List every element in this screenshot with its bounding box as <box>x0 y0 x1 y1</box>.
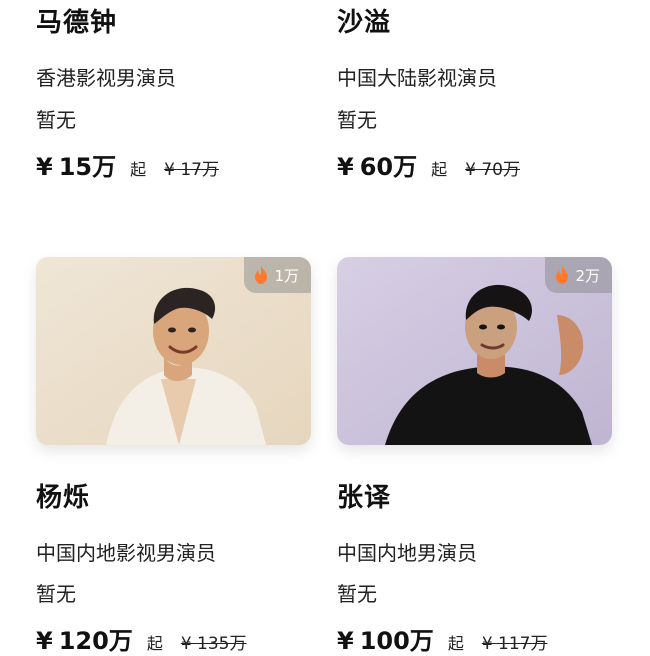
actor-works: 暂无 <box>337 582 377 606</box>
heat-badge: 2万 <box>545 257 612 293</box>
price-from-label: 起 <box>447 634 464 653</box>
original-price: ¥ 17万 <box>164 160 219 180</box>
original-price: ¥ 70万 <box>465 160 520 180</box>
actor-works: 暂无 <box>36 582 76 606</box>
original-price: ¥ 135万 <box>180 634 247 654</box>
currency-symbol: ¥ <box>337 153 354 181</box>
heat-count: 2万 <box>575 266 600 285</box>
actor-works: 暂无 <box>337 108 377 132</box>
actor-name: 沙溢 <box>337 8 392 38</box>
actor-name: 张译 <box>337 483 392 513</box>
price-value: 15万 <box>58 153 117 181</box>
flame-icon <box>255 266 268 284</box>
actor-role: 中国大陆影视演员 <box>337 66 497 90</box>
heat-badge: 1万 <box>244 257 311 293</box>
currency-symbol: ¥ <box>36 153 53 181</box>
flame-icon <box>556 266 569 284</box>
price-from-label: 起 <box>146 634 163 653</box>
actor-card[interactable]: 2万 张译 中国内地男演员 暂无 ¥100万 起 ¥ 117万 <box>337 257 612 655</box>
actor-role: 中国内地男演员 <box>337 541 477 565</box>
actor-photo[interactable]: 1万 <box>36 257 311 445</box>
actor-role: 中国内地影视男演员 <box>36 541 216 565</box>
price-value: 60万 <box>359 153 418 181</box>
price-from-label: 起 <box>130 160 147 179</box>
actor-name: 马德钟 <box>36 8 118 38</box>
actor-photo[interactable]: 2万 <box>337 257 612 445</box>
actor-card[interactable]: 1万 杨烁 中国内地影视男演员 暂无 ¥120万 起 ¥ 135万 <box>36 257 311 655</box>
heat-count: 1万 <box>274 266 299 285</box>
price: ¥15万 <box>36 147 116 182</box>
actor-works: 暂无 <box>36 108 76 132</box>
price-from-label: 起 <box>431 160 448 179</box>
price-row: ¥60万 起 ¥ 70万 <box>337 147 520 182</box>
price-row: ¥15万 起 ¥ 17万 <box>36 147 219 182</box>
actor-role: 香港影视男演员 <box>36 66 176 90</box>
original-price: ¥ 117万 <box>481 634 548 654</box>
price: ¥60万 <box>337 147 417 182</box>
actor-name: 杨烁 <box>36 483 91 513</box>
